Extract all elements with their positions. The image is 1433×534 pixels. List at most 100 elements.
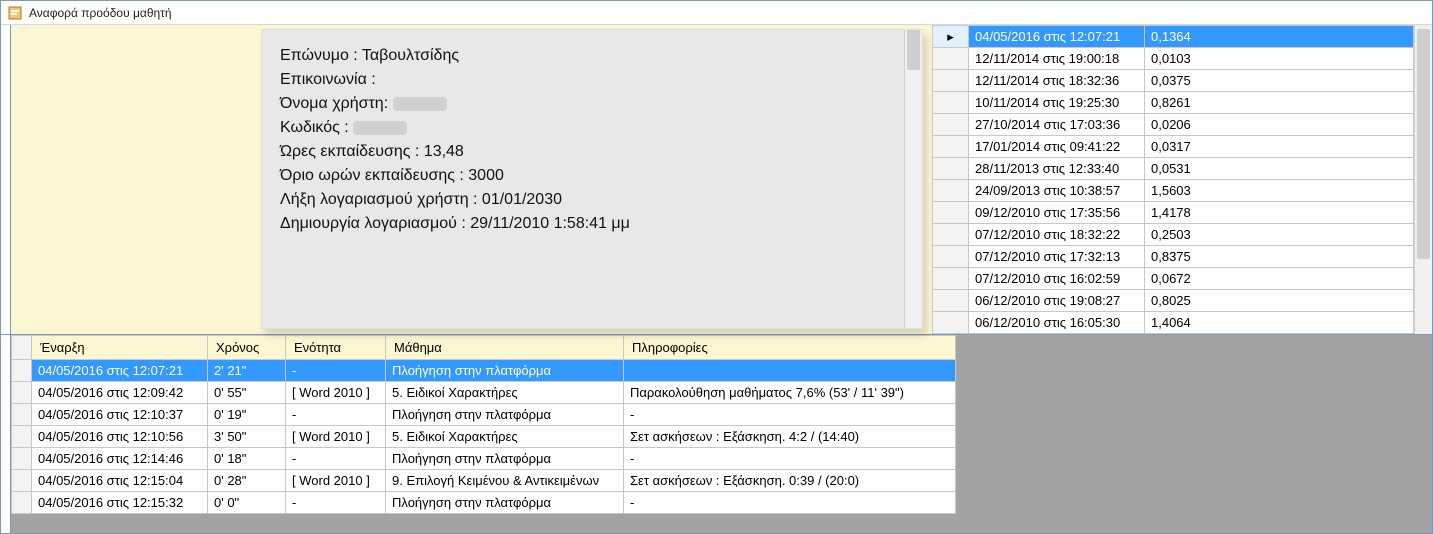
table-row[interactable]: 27/10/2014 στις 17:03:360,0206 (933, 114, 1414, 136)
table-row[interactable]: 04/05/2016 στις 12:10:370' 19"-Πλοήγηση … (12, 404, 956, 426)
info-username: Όνομα χρήστη: (280, 92, 904, 116)
titlebar: Αναφορά προόδου μαθητή (1, 1, 1432, 25)
row-header[interactable] (12, 470, 32, 492)
table-row[interactable]: 28/11/2013 στις 12:33:400,0531 (933, 158, 1414, 180)
table-row[interactable]: 06/12/2010 στις 16:05:301,4064 (933, 312, 1414, 334)
table-row[interactable]: 06/12/2010 στις 19:08:270,8025 (933, 290, 1414, 312)
session-value: 0,0103 (1145, 48, 1414, 70)
table-row[interactable]: 04/05/2016 στις 12:09:420' 55"[ Word 201… (12, 382, 956, 404)
row-header[interactable] (933, 290, 969, 312)
session-value: 0,1364 (1145, 26, 1414, 48)
activity-unit: - (286, 404, 386, 426)
table-row[interactable]: 24/09/2013 στις 10:38:571,5603 (933, 180, 1414, 202)
activity-info: Σετ ασκήσεων : Εξάσκηση. 4:2 / (14:40) (624, 426, 956, 448)
activity-lesson: 9. Επιλογή Κειμένου & Αντικειμένων (386, 470, 624, 492)
activity-info: Παρακολούθηση μαθήματος 7,6% (53' / 11' … (624, 382, 956, 404)
table-row[interactable]: ▸04/05/2016 στις 12:07:210,1364 (933, 26, 1414, 48)
session-timestamp: 09/12/2010 στις 17:35:56 (969, 202, 1145, 224)
info-hours: Ώρες εκπαίδευσης : 13,48 (280, 140, 904, 164)
activity-col-start[interactable]: Έναρξη (32, 336, 208, 360)
row-header[interactable] (933, 312, 969, 334)
session-value: 1,4178 (1145, 202, 1414, 224)
session-value: 0,0206 (1145, 114, 1414, 136)
row-header[interactable] (933, 114, 969, 136)
activity-start: 04/05/2016 στις 12:15:04 (32, 470, 208, 492)
session-timestamp: 28/11/2013 στις 12:33:40 (969, 158, 1145, 180)
table-row[interactable]: 07/12/2010 στις 16:02:590,0672 (933, 268, 1414, 290)
table-row[interactable]: 04/05/2016 στις 12:14:460' 18"-Πλοήγηση … (12, 448, 956, 470)
activity-start: 04/05/2016 στις 12:07:21 (32, 360, 208, 382)
session-value: 0,0531 (1145, 158, 1414, 180)
activity-unit: - (286, 360, 386, 382)
row-header[interactable] (12, 404, 32, 426)
report-icon (7, 5, 23, 21)
session-value: 0,0317 (1145, 136, 1414, 158)
session-timestamp: 06/12/2010 στις 19:08:27 (969, 290, 1145, 312)
table-row[interactable]: 12/11/2014 στις 19:00:180,0103 (933, 48, 1414, 70)
activity-col-rowhead[interactable] (12, 336, 32, 360)
activity-col-time[interactable]: Χρόνος (208, 336, 286, 360)
sessions-pane: ▸04/05/2016 στις 12:07:210,136412/11/201… (932, 25, 1432, 334)
row-header[interactable] (12, 492, 32, 514)
row-header[interactable] (933, 158, 969, 180)
activity-unit: - (286, 448, 386, 470)
row-header[interactable] (933, 92, 969, 114)
activity-unit: [ Word 2010 ] (286, 470, 386, 492)
student-info-card[interactable]: Επώνυμο : Ταβουλτσίδης Επικοινωνία : Όνο… (261, 29, 923, 329)
table-row[interactable]: 10/11/2014 στις 19:25:300,8261 (933, 92, 1414, 114)
sessions-scrollbar[interactable] (1414, 25, 1432, 334)
activity-start: 04/05/2016 στις 12:10:56 (32, 426, 208, 448)
row-header[interactable] (12, 360, 32, 382)
row-header[interactable] (933, 246, 969, 268)
info-scrollbar[interactable] (904, 30, 922, 328)
info-scroll-thumb[interactable] (907, 30, 920, 70)
sessions-scroll-thumb[interactable] (1417, 29, 1430, 259)
row-header[interactable] (933, 136, 969, 158)
table-row[interactable]: 04/05/2016 στις 12:07:212' 21"-Πλοήγηση … (12, 360, 956, 382)
table-row[interactable]: 07/12/2010 στις 17:32:130,8375 (933, 246, 1414, 268)
row-header[interactable] (933, 224, 969, 246)
table-row[interactable]: 12/11/2014 στις 18:32:360,0375 (933, 70, 1414, 92)
activity-info: Σετ ασκήσεων : Εξάσκηση. 0:39 / (20:0) (624, 470, 956, 492)
row-header[interactable] (12, 448, 32, 470)
activity-time: 2' 21" (208, 360, 286, 382)
table-row[interactable]: 04/05/2016 στις 12:15:040' 28"[ Word 201… (12, 470, 956, 492)
row-header[interactable] (933, 70, 969, 92)
row-header[interactable] (933, 48, 969, 70)
row-header[interactable] (12, 382, 32, 404)
activity-info: - (624, 448, 956, 470)
session-timestamp: 12/11/2014 στις 19:00:18 (969, 48, 1145, 70)
activity-col-lesson[interactable]: Μάθημα (386, 336, 624, 360)
table-row[interactable]: 07/12/2010 στις 18:32:220,2503 (933, 224, 1414, 246)
table-row[interactable]: 09/12/2010 στις 17:35:561,4178 (933, 202, 1414, 224)
sessions-table[interactable]: ▸04/05/2016 στις 12:07:210,136412/11/201… (932, 25, 1414, 334)
row-header[interactable] (933, 202, 969, 224)
activity-table[interactable]: Έναρξη Χρόνος Ενότητα Μάθημα Πληροφορίες… (11, 335, 956, 514)
activity-unit: [ Word 2010 ] (286, 382, 386, 404)
info-created: Δημιουργία λογαριασμού : 29/11/2010 1:58… (280, 212, 904, 236)
sessions-grid[interactable]: ▸04/05/2016 στις 12:07:210,136412/11/201… (932, 25, 1414, 334)
activity-time: 0' 19" (208, 404, 286, 426)
row-header[interactable]: ▸ (933, 26, 969, 48)
activity-col-unit[interactable]: Ενότητα (286, 336, 386, 360)
activity-lesson: 5. Ειδικοί Χαρακτήρες (386, 382, 624, 404)
activity-start: 04/05/2016 στις 12:14:46 (32, 448, 208, 470)
table-row[interactable]: 04/05/2016 στις 12:15:320' 0"-Πλοήγηση σ… (12, 492, 956, 514)
activity-grid[interactable]: Έναρξη Χρόνος Ενότητα Μάθημα Πληροφορίες… (11, 335, 1432, 533)
session-value: 0,8261 (1145, 92, 1414, 114)
activity-info: - (624, 404, 956, 426)
activity-col-info[interactable]: Πληροφορίες (624, 336, 956, 360)
activity-lesson: 5. Ειδικοί Χαρακτήρες (386, 426, 624, 448)
row-header[interactable] (933, 268, 969, 290)
table-row[interactable]: 04/05/2016 στις 12:10:563' 50"[ Word 201… (12, 426, 956, 448)
row-header[interactable] (933, 180, 969, 202)
activity-start: 04/05/2016 στις 12:09:42 (32, 382, 208, 404)
redacted-password (353, 121, 407, 135)
table-row[interactable]: 17/01/2014 στις 09:41:220,0317 (933, 136, 1414, 158)
session-timestamp: 10/11/2014 στις 19:25:30 (969, 92, 1145, 114)
activity-unit: [ Word 2010 ] (286, 426, 386, 448)
session-timestamp: 07/12/2010 στις 16:02:59 (969, 268, 1145, 290)
row-header[interactable] (12, 426, 32, 448)
activity-pane: Έναρξη Χρόνος Ενότητα Μάθημα Πληροφορίες… (1, 335, 1432, 533)
activity-lesson: Πλοήγηση στην πλατφόρμα (386, 492, 624, 514)
